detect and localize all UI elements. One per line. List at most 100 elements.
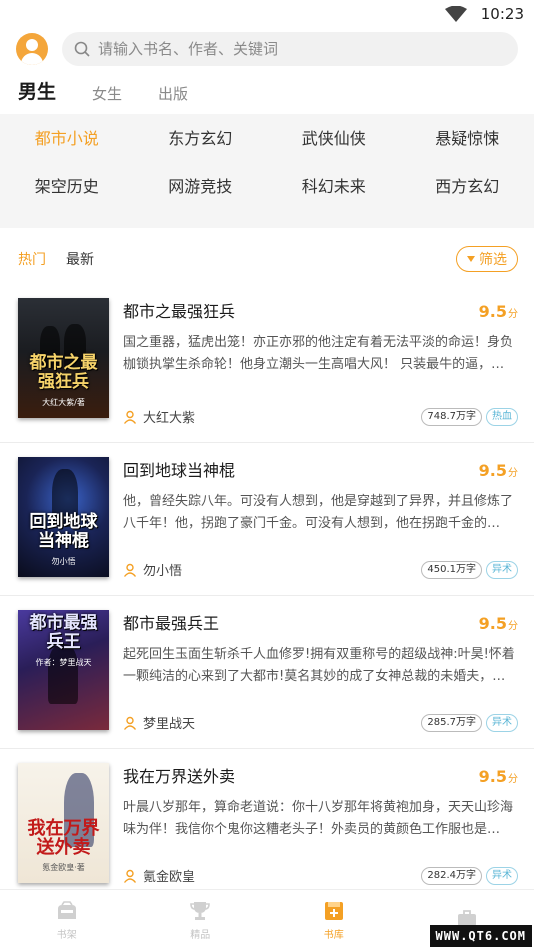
avatar-head [26, 39, 38, 51]
book-cover[interactable]: 都市之最强狂兵 大红大紫/著 [18, 298, 109, 418]
search-icon [74, 41, 90, 57]
book-cover[interactable]: 回到地球当神棍 勿小悟 [18, 457, 109, 577]
sort-row: 热门 最新 筛选 [0, 228, 534, 290]
word-count-badge: 285.7万字 [421, 713, 482, 732]
book-item[interactable]: 都市之最强狂兵 大红大紫/著 都市之最强狂兵 9.5分 国之重器，猛虎出笼！亦正… [0, 290, 534, 443]
word-count-badge: 450.1万字 [421, 560, 482, 579]
author-name: 氪金欧皇 [143, 870, 196, 885]
trophy-icon [190, 901, 211, 920]
score-value: 9.5 [478, 302, 507, 321]
person-icon [123, 716, 137, 730]
book-title[interactable]: 回到地球当神棍 [123, 457, 235, 481]
score-value: 9.5 [478, 767, 507, 786]
book-info: 都市最强兵王 9.5分 起死回生玉面生斩杀千人血修罗!拥有双重称号的超级战神:叶… [123, 610, 518, 748]
genre-badge: 异术 [486, 713, 518, 732]
nav-label: 精品 [190, 929, 211, 941]
filter-label: 筛选 [479, 252, 507, 268]
book-description: 他，曾经失踪八年。可没有人想到，他是穿越到了异界，并且修炼了八千年！他，拐跑了豪… [123, 494, 514, 531]
category-alt-history[interactable]: 架空历史 [0, 174, 134, 200]
book-author: 氪金欧皇 [123, 866, 195, 885]
score-value: 9.5 [478, 614, 507, 633]
watermark: WWW.QT6.COM [429, 925, 532, 947]
sort-latest[interactable]: 最新 [66, 249, 94, 269]
score-unit: 分 [508, 774, 518, 785]
search-box[interactable] [62, 32, 518, 66]
nav-library[interactable]: 书库 [267, 890, 401, 949]
person-icon [123, 869, 137, 883]
status-time: 10:23 [480, 5, 524, 23]
tab-publish[interactable]: 出版 [158, 83, 188, 104]
nav-label: 书架 [56, 929, 77, 941]
category-wuxia[interactable]: 武侠仙侠 [267, 126, 401, 152]
score-unit: 分 [508, 621, 518, 632]
book-description: 国之重器，猛虎出笼！亦正亦邪的他注定有着无法平淡的命运！身负枷锁执掌生杀命轮！他… [123, 335, 514, 372]
category-gaming[interactable]: 网游竞技 [134, 174, 268, 200]
book-author: 大红大紫 [123, 407, 195, 426]
book-info: 我在万界送外卖 9.5分 叶晨八岁那年，算命老道说：你十八岁那年将黄袍加身，天天… [123, 763, 518, 901]
nav-featured[interactable]: 精品 [134, 890, 268, 949]
book-title[interactable]: 我在万界送外卖 [123, 763, 235, 787]
bookshelf-icon [57, 900, 76, 919]
cover-title: 回到地球当神棍 [29, 512, 98, 551]
cover-figure [48, 644, 78, 704]
book-cover[interactable]: 都市最强兵王 作者：梦里战天 [18, 610, 109, 730]
book-score: 9.5分 [479, 767, 518, 786]
book-title[interactable]: 都市之最强狂兵 [123, 298, 235, 322]
book-score: 9.5分 [479, 302, 518, 321]
search-row [0, 28, 534, 70]
word-count-badge: 748.7万字 [421, 407, 482, 426]
word-count-badge: 282.4万字 [421, 866, 482, 885]
book-cover[interactable]: 我在万界送外卖 氪金欧皇·著 [18, 763, 109, 883]
cover-title: 我在万界送外卖 [27, 818, 100, 858]
cover-author: 大红大紫/著 [42, 398, 85, 407]
wifi-icon [444, 6, 467, 22]
author-name: 勿小悟 [143, 564, 183, 579]
avatar-body [21, 53, 43, 65]
category-suspense[interactable]: 悬疑惊悚 [401, 126, 534, 152]
tab-male[interactable]: 男生 [18, 77, 56, 104]
status-bar: 10:23 [0, 0, 534, 28]
tab-female[interactable]: 女生 [92, 83, 122, 104]
score-value: 9.5 [478, 461, 507, 480]
book-info: 都市之最强狂兵 9.5分 国之重器，猛虎出笼！亦正亦邪的他注定有着无法平淡的命运… [123, 298, 518, 442]
sort-hot[interactable]: 热门 [18, 249, 46, 269]
nav-bookshelf[interactable]: 书架 [0, 890, 134, 949]
category-urban[interactable]: 都市小说 [0, 126, 134, 152]
score-unit: 分 [508, 309, 518, 320]
book-description: 起死回生玉面生斩杀千人血修罗!拥有双重称号的超级战神:叶昊!怀着一颗纯洁的心来到… [123, 647, 515, 684]
cover-author: 勿小悟 [51, 557, 76, 566]
library-icon [324, 901, 343, 920]
category-eastern-fantasy[interactable]: 东方玄幻 [134, 126, 268, 152]
avatar[interactable] [16, 33, 48, 65]
book-author: 梦里战天 [123, 713, 195, 732]
book-item[interactable]: 都市最强兵王 作者：梦里战天 都市最强兵王 9.5分 起死回生玉面生斩杀千人血修… [0, 596, 534, 749]
cover-title: 都市最强兵王 [29, 613, 98, 652]
category-western-fantasy[interactable]: 西方玄幻 [401, 174, 534, 200]
search-input[interactable] [98, 40, 506, 58]
book-author: 勿小悟 [123, 560, 182, 579]
book-title[interactable]: 都市最强兵王 [123, 610, 219, 634]
score-unit: 分 [508, 468, 518, 479]
book-item[interactable]: 我在万界送外卖 氪金欧皇·著 我在万界送外卖 9.5分 叶晨八岁那年，算命老道说… [0, 749, 534, 902]
genre-badge: 异术 [486, 560, 518, 579]
book-item[interactable]: 回到地球当神棍 勿小悟 回到地球当神棍 9.5分 他，曾经失踪八年。可没有人想到… [0, 443, 534, 596]
book-description: 叶晨八岁那年，算命老道说：你十八岁那年将黄袍加身，天天山珍海味为伴！我信你个鬼你… [123, 800, 514, 837]
book-list: 都市之最强狂兵 大红大紫/著 都市之最强狂兵 9.5分 国之重器，猛虎出笼！亦正… [0, 290, 534, 902]
person-icon [123, 563, 137, 577]
genre-badge: 异术 [486, 866, 518, 885]
cover-title: 都市之最强狂兵 [29, 353, 98, 392]
filter-button[interactable]: 筛选 [456, 246, 518, 272]
person-icon [123, 410, 137, 424]
category-panel: 都市小说 东方玄幻 武侠仙侠 悬疑惊悚 架空历史 网游竞技 科幻未来 西方玄幻 [0, 114, 534, 228]
cover-author: 氪金欧皇·著 [42, 863, 85, 872]
category-grid: 都市小说 东方玄幻 武侠仙侠 悬疑惊悚 架空历史 网游竞技 科幻未来 西方玄幻 [0, 126, 534, 200]
author-name: 大红大紫 [143, 411, 196, 426]
book-info: 回到地球当神棍 9.5分 他，曾经失踪八年。可没有人想到，他是穿越到了异界，并且… [123, 457, 518, 595]
category-scifi[interactable]: 科幻未来 [267, 174, 401, 200]
book-score: 9.5分 [479, 461, 518, 480]
book-score: 9.5分 [479, 614, 518, 633]
author-name: 梦里战天 [143, 717, 196, 732]
gender-tabs: 男生 女生 出版 [0, 70, 534, 110]
nav-label: 书库 [323, 929, 344, 941]
caret-down-icon [467, 256, 475, 262]
